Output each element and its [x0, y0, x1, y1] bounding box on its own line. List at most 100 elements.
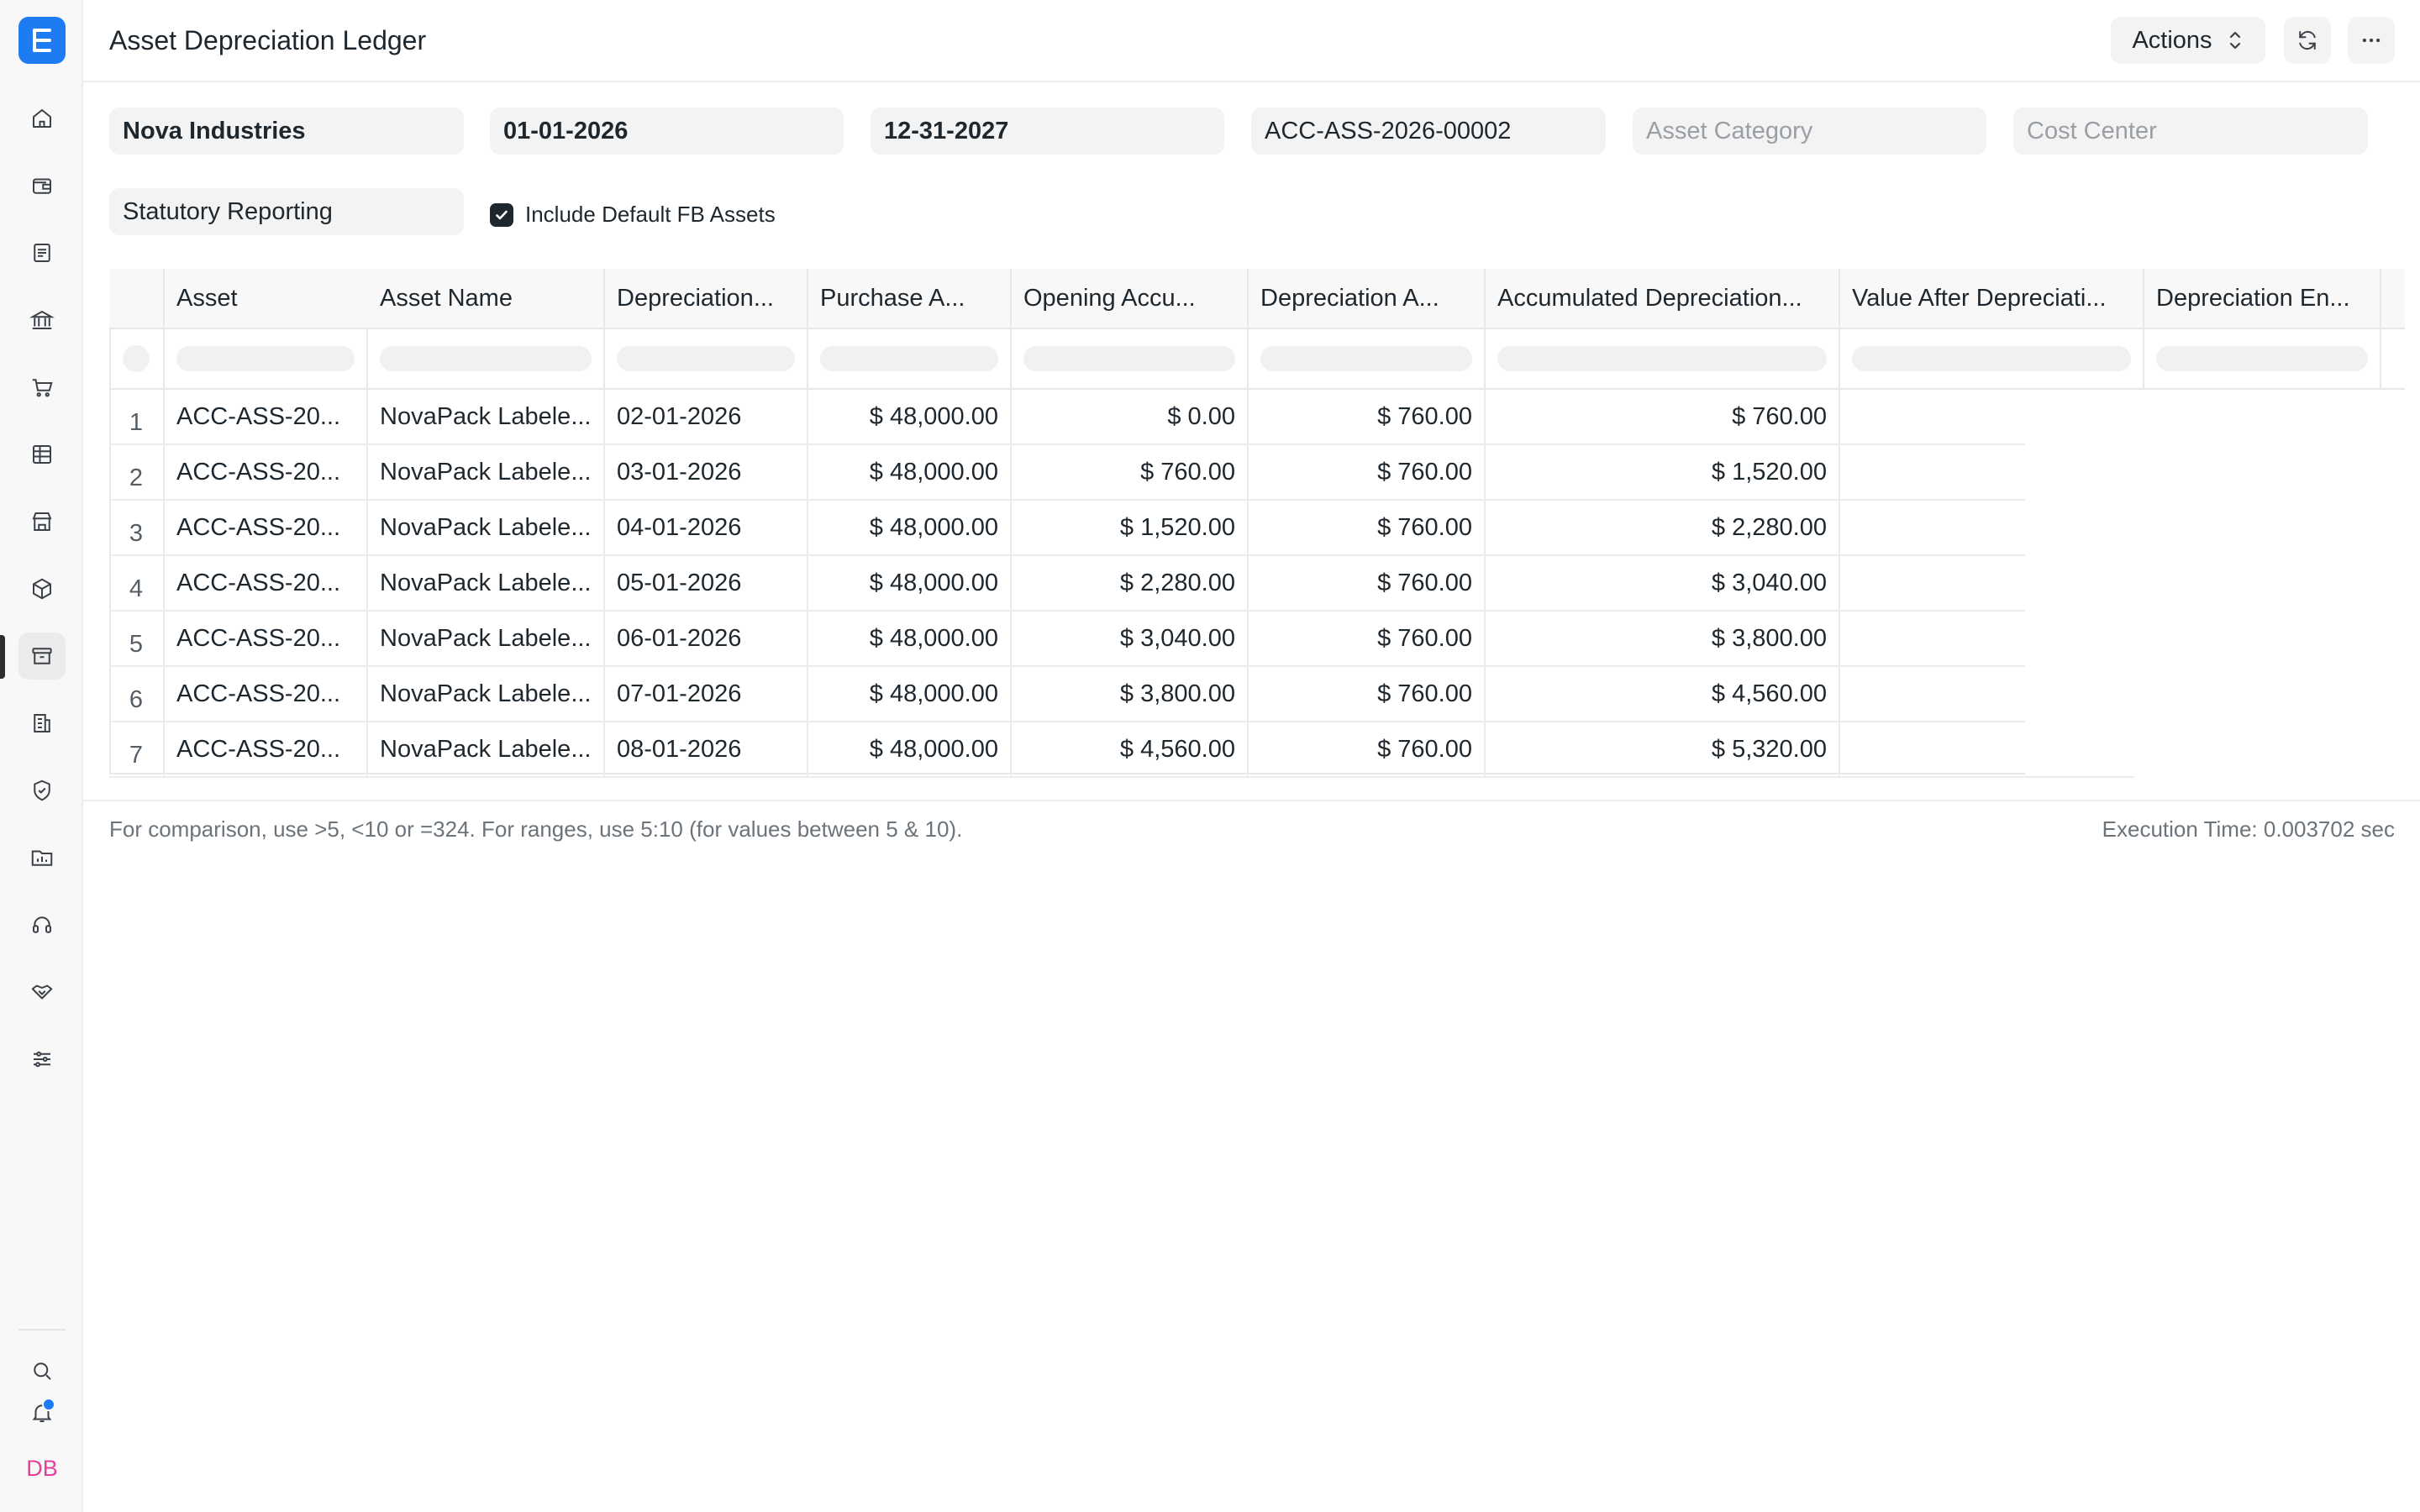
cell-asset[interactable]: ACC-ASS-20... — [165, 390, 368, 445]
cell-accumulated-depreciation[interactable]: $ 5,320.00 — [1486, 722, 1840, 778]
cell-asset-name[interactable]: NovaPack Labele... — [368, 612, 605, 667]
cell-asset[interactable]: ACC-ASS-20... — [165, 612, 368, 667]
cell-depreciation-amount[interactable]: $ 760.00 — [1249, 556, 1486, 612]
cell-purchase-amount[interactable]: $ 48,000.00 — [808, 390, 1012, 445]
cell-accumulated-depreciation[interactable]: $ 1,520.00 — [1486, 445, 1840, 501]
cell-depreciation-amount[interactable]: $ 760.00 — [1249, 722, 1486, 778]
cell-accumulated-depreciation[interactable]: $ 3,800.00 — [1486, 612, 1840, 667]
header-accumulated-depreciation[interactable]: Accumulated Depreciation... — [1486, 269, 1840, 329]
cell-depreciation-amount[interactable]: $ 760.00 — [1249, 501, 1486, 556]
cell-opening-accumulated[interactable]: $ 1,520.00 — [1012, 501, 1249, 556]
row-index[interactable]: 6 — [109, 667, 165, 722]
row-index[interactable]: 7 — [109, 722, 165, 778]
finance-book-field[interactable]: Statutory Reporting — [109, 188, 464, 235]
search-icon[interactable] — [18, 1347, 66, 1394]
cell-depreciation-date[interactable]: 06-01-2026 — [605, 612, 808, 667]
cell-asset[interactable]: ACC-ASS-20... — [165, 501, 368, 556]
column-filter[interactable] — [165, 329, 368, 390]
folder-chart-icon[interactable] — [18, 834, 66, 881]
cell-purchase-amount[interactable]: $ 48,000.00 — [808, 722, 1012, 778]
shield-icon[interactable] — [18, 767, 66, 814]
column-filter[interactable] — [808, 329, 1012, 390]
asset-field[interactable]: ACC-ASS-2026-00002 — [1251, 108, 1606, 155]
cell-depreciation-date[interactable]: 03-01-2026 — [605, 445, 808, 501]
from-date-field[interactable]: 01-01-2026 — [490, 108, 844, 155]
cell-depreciation-date[interactable]: 07-01-2026 — [605, 667, 808, 722]
table-icon[interactable] — [18, 431, 66, 478]
cell-accumulated-depreciation[interactable]: $ 4,560.00 — [1486, 667, 1840, 722]
asset-category-field[interactable]: Asset Category — [1633, 108, 1986, 155]
headset-icon[interactable] — [18, 901, 66, 948]
building-icon[interactable] — [18, 700, 66, 747]
archive-icon[interactable] — [18, 633, 66, 680]
package-icon[interactable] — [18, 565, 66, 612]
cell-opening-accumulated[interactable]: $ 3,800.00 — [1012, 667, 1249, 722]
column-filter[interactable] — [1249, 329, 1486, 390]
header-asset-name[interactable]: Asset Name — [368, 269, 605, 329]
bank-icon[interactable] — [18, 297, 66, 344]
more-options-button[interactable] — [2348, 17, 2395, 64]
row-index[interactable]: 2 — [109, 445, 165, 501]
cell-asset[interactable]: ACC-ASS-20... — [165, 445, 368, 501]
header-opening-accumulated[interactable]: Opening Accu... — [1012, 269, 1249, 329]
wallet-icon[interactable] — [18, 162, 66, 209]
row-index[interactable]: 1 — [109, 390, 165, 445]
cell-asset[interactable]: ACC-ASS-20... — [165, 556, 368, 612]
cell-opening-accumulated[interactable]: $ 760.00 — [1012, 445, 1249, 501]
cell-purchase-amount[interactable]: $ 48,000.00 — [808, 445, 1012, 501]
cart-icon[interactable] — [18, 364, 66, 411]
cell-depreciation-date[interactable]: 08-01-2026 — [605, 722, 808, 778]
actions-button[interactable]: Actions — [2111, 17, 2265, 64]
cell-opening-accumulated[interactable]: $ 2,280.00 — [1012, 556, 1249, 612]
header-purchase-amount[interactable]: Purchase A... — [808, 269, 1012, 329]
store-icon[interactable] — [18, 498, 66, 545]
cell-accumulated-depreciation[interactable]: $ 2,280.00 — [1486, 501, 1840, 556]
receipt-icon[interactable] — [18, 229, 66, 276]
cell-purchase-amount[interactable]: $ 48,000.00 — [808, 667, 1012, 722]
include-default-fb-assets[interactable]: Include Default FB Assets — [490, 202, 776, 228]
header-depreciation-date[interactable]: Depreciation... — [605, 269, 808, 329]
cell-opening-accumulated[interactable]: $ 4,560.00 — [1012, 722, 1249, 778]
row-index[interactable]: 3 — [109, 501, 165, 556]
column-filter[interactable] — [1840, 329, 2144, 390]
sliders-icon[interactable] — [18, 1036, 66, 1083]
select-all-circle[interactable] — [123, 345, 150, 372]
header-value-after-depreciation[interactable]: Value After Depreciati... — [1840, 269, 2144, 329]
cell-asset[interactable]: ACC-ASS-20... — [165, 667, 368, 722]
home-icon[interactable] — [18, 95, 66, 142]
cell-depreciation-amount[interactable]: $ 760.00 — [1249, 612, 1486, 667]
column-filter[interactable] — [605, 329, 808, 390]
company-field[interactable]: Nova Industries — [109, 108, 464, 155]
bell-icon[interactable] — [18, 1389, 66, 1436]
cell-accumulated-depreciation[interactable]: $ 3,040.00 — [1486, 556, 1840, 612]
cell-asset-name[interactable]: NovaPack Labele... — [368, 390, 605, 445]
cell-asset-name[interactable]: NovaPack Labele... — [368, 501, 605, 556]
cell-depreciation-date[interactable]: 04-01-2026 — [605, 501, 808, 556]
cell-opening-accumulated[interactable]: $ 3,040.00 — [1012, 612, 1249, 667]
cell-purchase-amount[interactable]: $ 48,000.00 — [808, 501, 1012, 556]
cell-opening-accumulated[interactable]: $ 0.00 — [1012, 390, 1249, 445]
cell-depreciation-amount[interactable]: $ 760.00 — [1249, 390, 1486, 445]
header-depreciation-amount[interactable]: Depreciation A... — [1249, 269, 1486, 329]
cell-depreciation-amount[interactable]: $ 760.00 — [1249, 445, 1486, 501]
cell-asset-name[interactable]: NovaPack Labele... — [368, 667, 605, 722]
column-filter[interactable] — [1012, 329, 1249, 390]
cell-asset-name[interactable]: NovaPack Labele... — [368, 556, 605, 612]
refresh-button[interactable] — [2284, 17, 2331, 64]
column-filter[interactable] — [2144, 329, 2381, 390]
avatar[interactable]: DB — [18, 1445, 66, 1492]
cell-purchase-amount[interactable]: $ 48,000.00 — [808, 556, 1012, 612]
cell-purchase-amount[interactable]: $ 48,000.00 — [808, 612, 1012, 667]
cell-asset[interactable]: ACC-ASS-20... — [165, 722, 368, 778]
row-index[interactable]: 5 — [109, 612, 165, 667]
cost-center-field[interactable]: Cost Center — [2013, 108, 2368, 155]
cell-depreciation-amount[interactable]: $ 760.00 — [1249, 667, 1486, 722]
header-depreciation-entry[interactable]: Depreciation En... — [2144, 269, 2381, 329]
cell-depreciation-date[interactable]: 05-01-2026 — [605, 556, 808, 612]
column-filter[interactable] — [368, 329, 605, 390]
app-logo[interactable] — [18, 17, 66, 64]
to-date-field[interactable]: 12-31-2027 — [871, 108, 1224, 155]
cell-accumulated-depreciation[interactable]: $ 760.00 — [1486, 390, 1840, 445]
column-filter[interactable] — [1486, 329, 1840, 390]
cell-asset-name[interactable]: NovaPack Labele... — [368, 722, 605, 778]
